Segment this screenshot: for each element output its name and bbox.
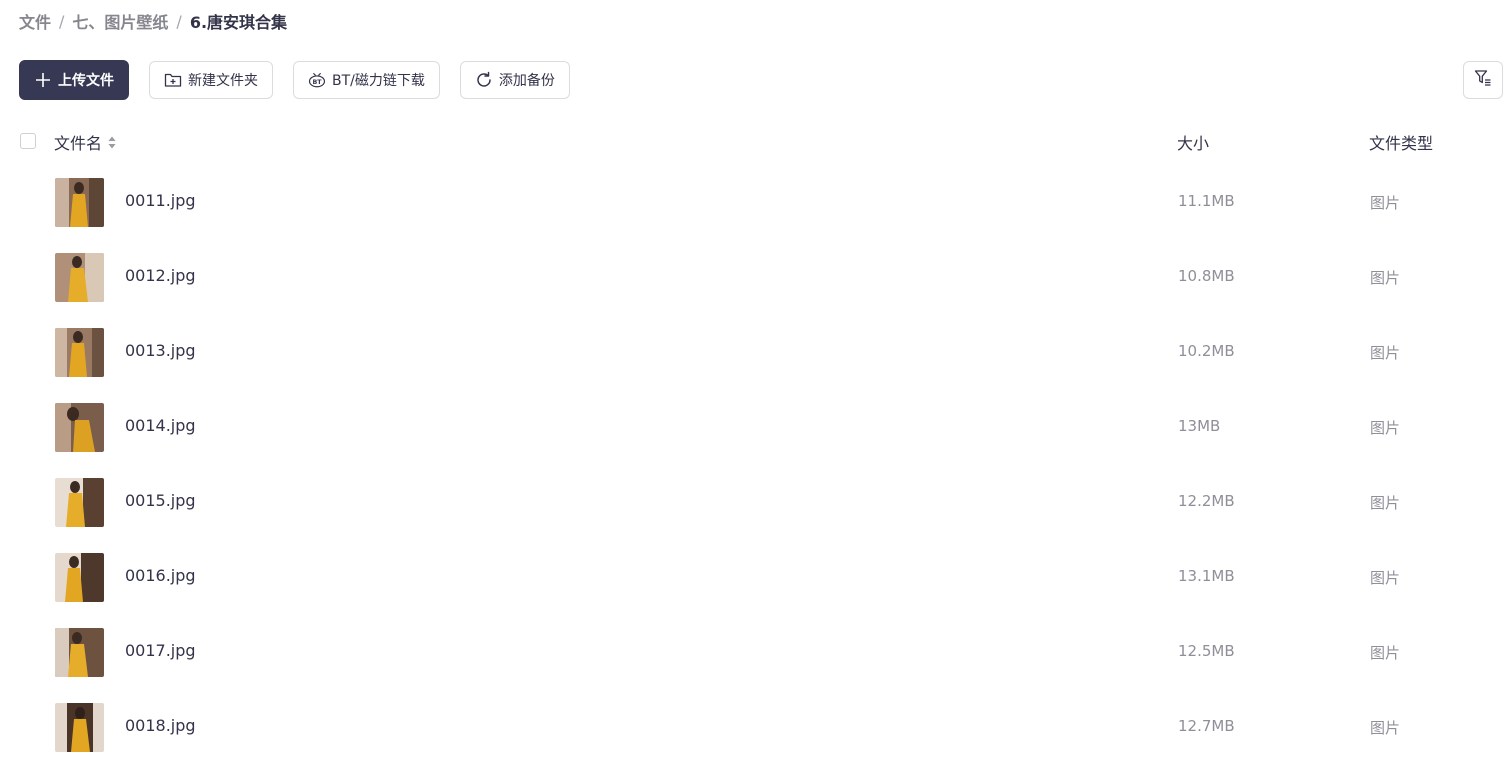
column-header-type[interactable]: 文件类型 [1369, 130, 1433, 154]
add-backup-button[interactable]: 添加备份 [459, 61, 570, 99]
file-thumbnail [55, 403, 104, 452]
filter-icon [1474, 69, 1492, 91]
breadcrumb-item-wallpapers[interactable]: 七、图片壁纸 [72, 9, 168, 33]
file-name[interactable]: 0016.jpg [125, 566, 196, 585]
file-row[interactable]: 0016.jpg 13.1MB 图片 [0, 540, 1506, 615]
folder-plus-icon [164, 71, 182, 89]
breadcrumb-item-current: 6.唐安琪合集 [189, 13, 288, 32]
file-browser-page: 文件 / 七、图片壁纸 / 6.唐安琪合集 上传文件 新建文件夹 BT BT/磁… [0, 0, 1506, 769]
file-size: 12.2MB [1178, 492, 1235, 510]
file-size: 10.8MB [1178, 267, 1235, 285]
breadcrumb: 文件 / 七、图片壁纸 / 6.唐安琪合集 [19, 9, 287, 33]
file-thumbnail [55, 178, 104, 227]
file-size: 12.5MB [1178, 642, 1235, 660]
column-header-size[interactable]: 大小 [1177, 130, 1209, 154]
file-type: 图片 [1370, 644, 1401, 662]
file-row[interactable]: 0015.jpg 12.2MB 图片 [0, 465, 1506, 540]
file-name[interactable]: 0018.jpg [125, 716, 196, 735]
filter-button[interactable] [1463, 61, 1503, 99]
svg-text:BT: BT [312, 79, 322, 86]
select-all-checkbox[interactable] [20, 133, 36, 149]
file-thumbnail [55, 703, 104, 752]
file-name[interactable]: 0015.jpg [125, 491, 196, 510]
file-size: 12.7MB [1178, 717, 1235, 735]
file-row[interactable]: 0013.jpg 10.2MB 图片 [0, 315, 1506, 390]
file-type: 图片 [1370, 494, 1401, 512]
breadcrumb-separator: / [59, 11, 65, 31]
column-header-name[interactable]: 文件名 [54, 130, 116, 154]
upload-button[interactable]: 上传文件 [19, 60, 129, 100]
column-header-name-label: 文件名 [54, 134, 103, 153]
file-type: 图片 [1370, 719, 1401, 737]
toolbar: 上传文件 新建文件夹 BT BT/磁力链下载 添加备份 [19, 60, 590, 100]
file-name[interactable]: 0017.jpg [125, 641, 196, 660]
file-thumbnail [55, 553, 104, 602]
add-backup-button-label: 添加备份 [498, 73, 555, 89]
upload-button-label: 上传文件 [58, 73, 114, 89]
file-type: 图片 [1370, 269, 1401, 287]
file-list: 0011.jpg 11.1MB 图片 0012.jpg 10.8MB 图片 00… [0, 165, 1506, 765]
file-type: 图片 [1370, 194, 1401, 212]
bt-download-button-label: BT/磁力链下载 [332, 73, 425, 89]
file-name[interactable]: 0014.jpg [125, 416, 196, 435]
file-size: 13MB [1178, 417, 1221, 435]
file-thumbnail [55, 253, 104, 302]
plus-icon [34, 71, 52, 89]
sort-icon[interactable] [108, 136, 116, 149]
file-thumbnail [55, 328, 104, 377]
refresh-icon [475, 71, 493, 89]
new-folder-button-label: 新建文件夹 [188, 73, 258, 89]
file-name[interactable]: 0013.jpg [125, 341, 196, 360]
file-size: 11.1MB [1178, 192, 1235, 210]
file-name[interactable]: 0011.jpg [125, 191, 196, 210]
breadcrumb-separator: / [176, 11, 182, 31]
file-row[interactable]: 0012.jpg 10.8MB 图片 [0, 240, 1506, 315]
table-header: 文件名 大小 文件类型 [0, 126, 1506, 156]
file-thumbnail [55, 628, 104, 677]
file-row[interactable]: 0014.jpg 13MB 图片 [0, 390, 1506, 465]
file-size: 13.1MB [1178, 567, 1235, 585]
file-type: 图片 [1370, 419, 1401, 437]
bt-icon: BT [308, 71, 326, 89]
file-type: 图片 [1370, 344, 1401, 362]
file-name[interactable]: 0012.jpg [125, 266, 196, 285]
bt-download-button[interactable]: BT BT/磁力链下载 [293, 61, 440, 99]
file-row[interactable]: 0018.jpg 12.7MB 图片 [0, 690, 1506, 765]
file-row[interactable]: 0011.jpg 11.1MB 图片 [0, 165, 1506, 240]
file-size: 10.2MB [1178, 342, 1235, 360]
file-row[interactable]: 0017.jpg 12.5MB 图片 [0, 615, 1506, 690]
breadcrumb-item-files[interactable]: 文件 [19, 9, 51, 33]
file-type: 图片 [1370, 569, 1401, 587]
file-thumbnail [55, 478, 104, 527]
new-folder-button[interactable]: 新建文件夹 [149, 61, 273, 99]
